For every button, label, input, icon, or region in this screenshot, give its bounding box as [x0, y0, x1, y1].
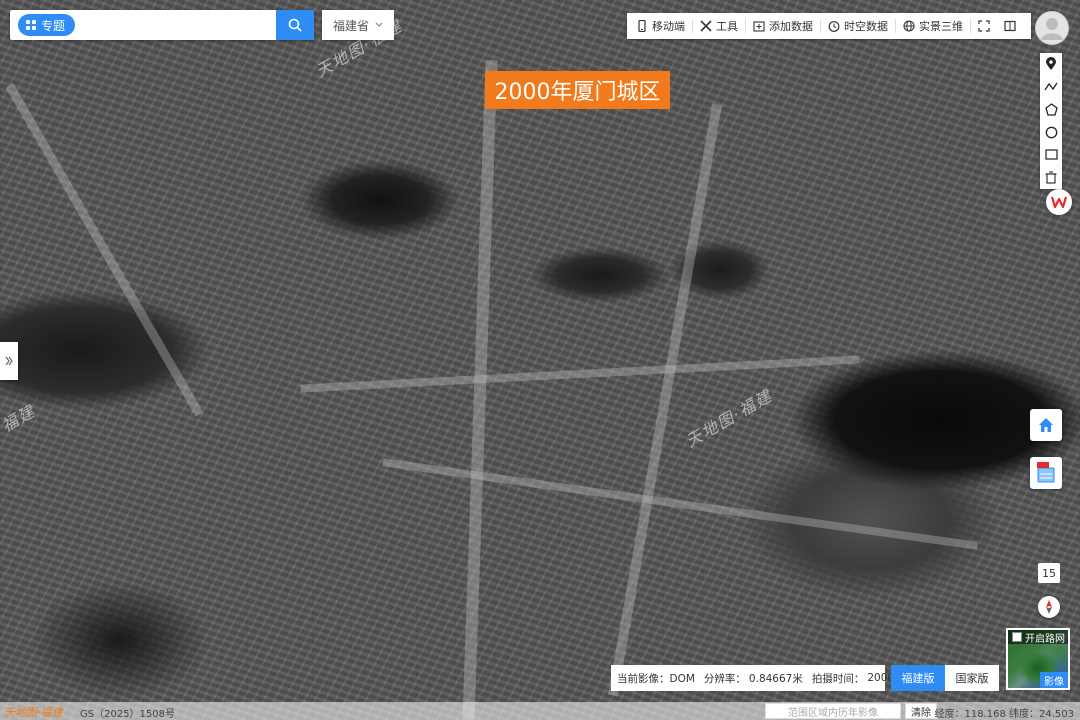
rectangle-icon: [1044, 149, 1058, 160]
mobile-icon: [638, 20, 646, 32]
home-button[interactable]: [1030, 409, 1062, 441]
imagery-layer-button[interactable]: 影像: [1040, 672, 1068, 688]
tools-icon: [700, 20, 712, 32]
toolbar-spatiotemporal-label: 时空数据: [844, 20, 888, 33]
draw-polygon-button[interactable]: [1040, 98, 1062, 121]
map-road: [5, 83, 204, 417]
add-data-icon: [753, 21, 765, 32]
map-watermark: 天地图·福建: [682, 385, 777, 451]
fullscreen-icon: [978, 20, 990, 32]
capture-date-label: 拍摄时间：: [811, 672, 865, 685]
toolbar-tools-label: 工具: [716, 20, 738, 33]
polyline-icon: [1044, 82, 1058, 91]
user-icon: [1041, 18, 1063, 40]
topic-label: 专题: [41, 18, 66, 33]
image-type: 当前影像：DOM: [617, 672, 695, 685]
resolution-label: 分辨率：: [703, 672, 746, 685]
draw-rectangle-button[interactable]: [1040, 143, 1062, 166]
expand-panel-button[interactable]: [0, 342, 18, 380]
clear-drawings-button[interactable]: [1040, 166, 1062, 189]
toolbar-mobile[interactable]: 移动端: [629, 13, 692, 39]
image-info-panel: 当前影像：DOM 分辨率： 0.84667米 拍摄时间： 200011: [611, 665, 907, 691]
double-chevron-right-icon: [5, 356, 13, 366]
map-title: 2000年厦门城区: [485, 71, 670, 109]
toolbar-spatiotemporal[interactable]: 时空数据: [821, 13, 895, 39]
search-button[interactable]: [276, 10, 314, 40]
brand-logo: 天地图·福建: [4, 706, 63, 719]
roadnet-toggle[interactable]: 开启路网: [1008, 630, 1068, 645]
national-version-button[interactable]: 国家版: [945, 665, 999, 691]
new-feature-button[interactable]: [1030, 457, 1062, 489]
globe-icon: [903, 20, 915, 32]
draw-point-button[interactable]: [1040, 53, 1062, 76]
toolbar-add-data-label: 添加数据: [769, 20, 813, 33]
draw-circle-button[interactable]: [1040, 121, 1062, 144]
clock-icon: [828, 21, 840, 32]
top-toolbar: 移动端 工具 添加数据 时空数据 实景三维: [627, 13, 1031, 39]
split-screen-button[interactable]: [997, 13, 1023, 39]
toolbar-add-data[interactable]: 添加数据: [746, 13, 820, 39]
toolbar-mobile-label: 移动端: [652, 20, 685, 33]
version-switch: 福建版 国家版: [891, 665, 999, 691]
search-input[interactable]: [90, 13, 274, 37]
grid-icon: [26, 20, 36, 30]
chevron-down-icon: [375, 22, 383, 27]
map-watermark: 福建: [0, 401, 40, 436]
map-road: [607, 103, 723, 697]
toolbar-3d[interactable]: 实景三维: [896, 13, 970, 39]
search-bar: 专题: [10, 10, 314, 40]
compass-icon: [1046, 600, 1052, 614]
calendar-new-icon: [1037, 462, 1055, 483]
draw-tools: [1040, 53, 1062, 189]
map-approval-number: GS（2025）1508号: [80, 709, 175, 720]
resolution-value: 0.84667米: [748, 672, 803, 685]
coordinates-readout: 经度：118.168 纬度：24.503: [934, 709, 1074, 720]
search-icon: [288, 18, 302, 32]
status-bar: 天地图·福建 GS（2025）1508号 范围区域内历年影像 清除 经度：118…: [0, 702, 1080, 720]
home-icon: [1039, 418, 1053, 432]
zoom-level: 15: [1038, 563, 1060, 583]
trash-icon: [1045, 171, 1057, 184]
toolbar-tools[interactable]: 工具: [693, 13, 745, 39]
roadnet-label: 开启路网: [1025, 633, 1065, 645]
roadnet-checkbox[interactable]: [1012, 632, 1022, 642]
history-imagery-input[interactable]: 范围区域内历年影像: [765, 703, 901, 719]
map-road: [462, 59, 498, 720]
province-select[interactable]: 福建省: [322, 10, 394, 40]
overview-map[interactable]: 开启路网 影像: [1006, 628, 1070, 690]
wps-logo-icon: [1051, 196, 1067, 209]
toolbar-3d-label: 实景三维: [919, 20, 963, 33]
map-pin-icon: [1046, 57, 1056, 71]
draw-line-button[interactable]: [1040, 76, 1062, 99]
wps-button[interactable]: [1046, 189, 1072, 215]
fujian-version-button[interactable]: 福建版: [891, 665, 945, 691]
circle-icon: [1045, 126, 1057, 138]
pentagon-icon: [1044, 103, 1058, 116]
split-screen-icon: [1004, 20, 1016, 32]
compass-button[interactable]: [1038, 596, 1060, 618]
clear-button[interactable]: 清除: [905, 703, 937, 719]
fullscreen-button[interactable]: [971, 13, 997, 39]
province-value: 福建省: [332, 18, 369, 33]
map-road: [300, 355, 860, 393]
topic-button[interactable]: 专题: [18, 14, 76, 36]
user-avatar[interactable]: [1035, 11, 1069, 45]
